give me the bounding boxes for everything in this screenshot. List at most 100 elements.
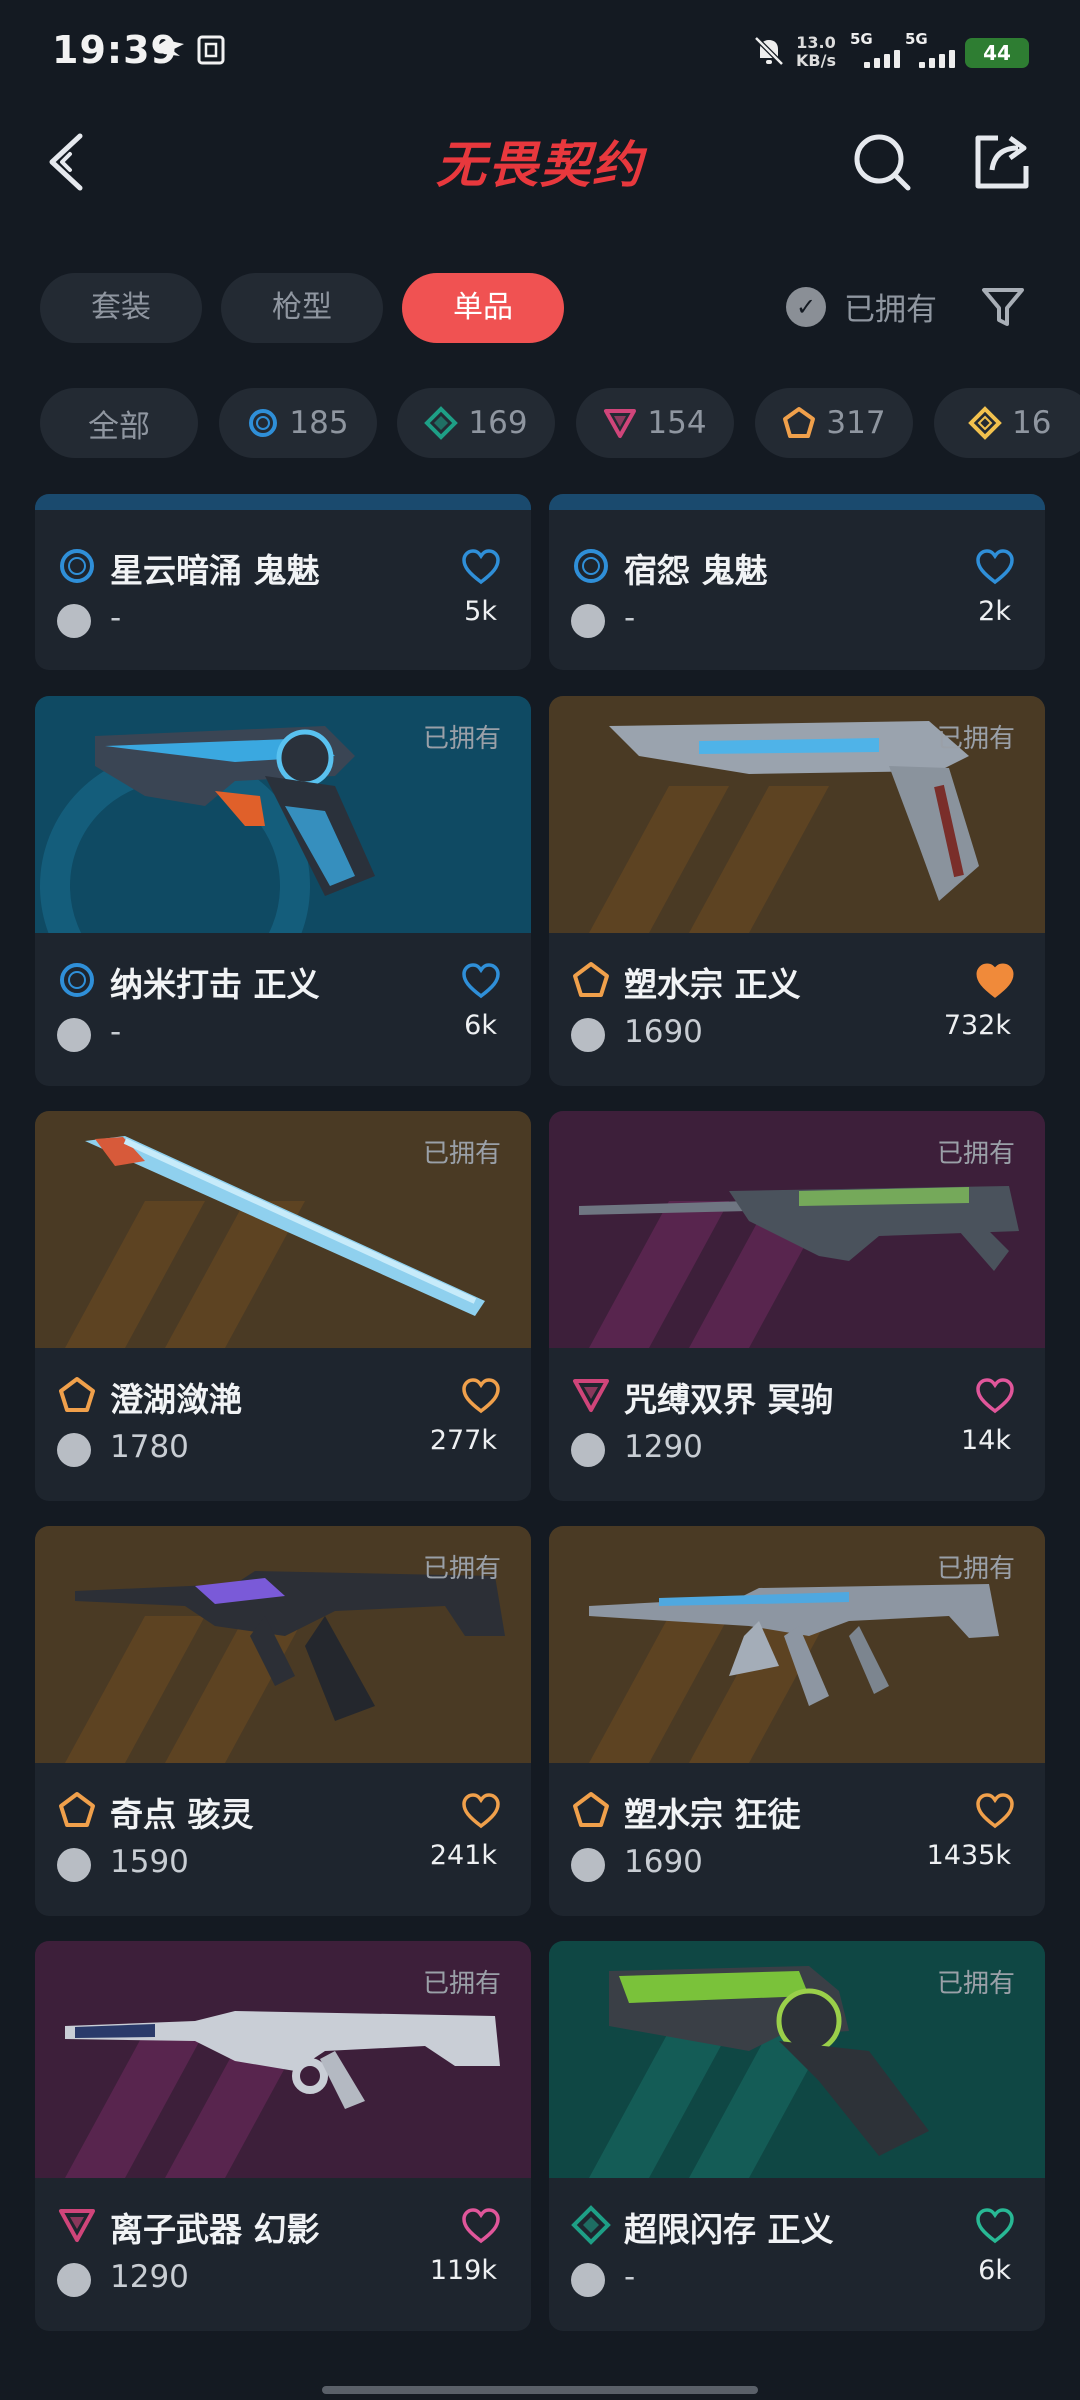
tab-bundle[interactable]: 套装 [40, 273, 202, 343]
chip-all-label: 全部 [88, 408, 150, 445]
network-speed: 13.0 KB/s [796, 34, 836, 70]
heart-icon[interactable] [975, 1792, 1015, 1830]
skin-card[interactable]: 已拥有 纳米打击 正义 - 6k [35, 696, 531, 1086]
owned-badge: 已拥有 [936, 1139, 1015, 1169]
skin-price: 1690 [624, 1844, 703, 1880]
chip-premium-tier[interactable]: 154 [576, 388, 734, 458]
exclusive-pentagon-icon [783, 407, 816, 438]
skin-card[interactable]: 星云暗涌 鬼魅 - 5k [35, 494, 531, 670]
currency-icon [57, 1018, 91, 1052]
heart-icon[interactable] [461, 1377, 501, 1415]
exclusive-pentagon-icon [573, 962, 609, 997]
share-icon[interactable] [970, 130, 1034, 194]
skin-name: 纳米打击 正义 [110, 965, 320, 1004]
signal-bars-icon [919, 50, 955, 68]
premium-triangle-icon [59, 2209, 95, 2242]
heart-icon[interactable] [975, 2207, 1015, 2245]
select-circle-icon [249, 409, 278, 437]
filter-icon[interactable] [978, 282, 1028, 332]
tab-single-item[interactable]: 单品 [402, 273, 564, 343]
chip-exclusive-tier[interactable]: 317 [755, 388, 913, 458]
ultra-diamond-icon [968, 406, 1002, 440]
chip-premium-count: 154 [647, 405, 707, 441]
owned-badge: 已拥有 [422, 1554, 501, 1584]
heart-icon[interactable] [975, 1377, 1015, 1415]
owned-badge: 已拥有 [936, 1969, 1015, 1999]
like-count: 119k [429, 2255, 497, 2286]
chip-ultra-tier[interactable]: 16 [934, 388, 1080, 458]
currency-icon [571, 1848, 605, 1882]
signal-bars-icon [864, 50, 900, 68]
skin-name: 离子武器 幻影 [110, 2210, 320, 2249]
chip-all[interactable]: 全部 [40, 388, 198, 458]
skin-price: 1290 [624, 1429, 703, 1465]
chip-deluxe-count: 169 [468, 405, 528, 441]
skin-card[interactable]: 已拥有 塑水宗 狂徒 1690 1435k [549, 1526, 1045, 1916]
network-speed-value: 13.0 [796, 33, 836, 52]
back-icon[interactable] [40, 126, 100, 198]
battery-indicator: 44 [965, 38, 1029, 68]
skin-card[interactable]: 已拥有 咒缚双界 冥驹 1290 14k [549, 1111, 1045, 1501]
like-count: 6k [464, 1010, 497, 1041]
like-count: 732k [943, 1010, 1011, 1041]
skin-card[interactable]: 已拥有 超限闪存 正义 - 6k [549, 1941, 1045, 2331]
sim1-network-type: 5G [850, 30, 873, 48]
currency-icon [57, 1848, 91, 1882]
owned-badge: 已拥有 [422, 1969, 501, 1999]
skin-card[interactable]: 宿怨 鬼魅 - 2k [549, 494, 1045, 670]
tab-weapon-type[interactable]: 枪型 [221, 273, 383, 343]
gesture-handle[interactable] [322, 2386, 758, 2394]
deluxe-diamond-icon [571, 2205, 611, 2245]
app-logo-title: 无畏契约 [436, 136, 644, 194]
skin-card[interactable]: 已拥有 奇点 骇灵 1590 241k [35, 1526, 531, 1916]
skin-price: 1290 [110, 2259, 189, 2295]
skin-price: - [624, 600, 636, 636]
heart-icon[interactable] [461, 548, 501, 586]
currency-icon [571, 1018, 605, 1052]
chip-deluxe-tier[interactable]: 169 [397, 388, 555, 458]
check-circle-icon[interactable]: ✓ [786, 286, 826, 327]
skin-name: 塑水宗 狂徒 [624, 1795, 801, 1834]
premium-triangle-icon [573, 1379, 609, 1412]
chip-ultra-count: 16 [1012, 405, 1052, 441]
currency-icon [57, 2263, 91, 2297]
heart-icon[interactable] [461, 1792, 501, 1830]
owned-badge: 已拥有 [422, 1139, 501, 1169]
heart-icon[interactable] [975, 548, 1015, 586]
like-count: 241k [429, 1840, 497, 1871]
select-circle-icon [60, 963, 94, 997]
heart-icon[interactable] [461, 2207, 501, 2245]
owned-filter-toggle[interactable]: ✓ 已拥有 [786, 284, 937, 329]
owned-filter-label: 已拥有 [844, 292, 937, 328]
speed-boost-icon [154, 40, 184, 56]
currency-icon [57, 1433, 91, 1467]
premium-triangle-icon [604, 409, 637, 438]
owned-badge: 已拥有 [936, 724, 1015, 754]
skin-card[interactable]: 已拥有 塑水宗 正义 1690 732k [549, 696, 1045, 1086]
exclusive-pentagon-icon [59, 1377, 95, 1412]
skin-name: 星云暗涌 鬼魅 [110, 551, 320, 590]
skin-name: 超限闪存 正义 [624, 2210, 834, 2249]
like-count: 5k [464, 596, 497, 627]
skin-name: 宿怨 鬼魅 [624, 551, 768, 590]
skin-card[interactable]: 已拥有 离子武器 幻影 1290 119k [35, 1941, 531, 2331]
skin-price: - [624, 2259, 636, 2295]
search-icon[interactable] [850, 130, 914, 194]
currency-icon [571, 1433, 605, 1467]
owned-badge: 已拥有 [422, 724, 501, 754]
skin-price: 1690 [624, 1014, 703, 1050]
like-count: 277k [429, 1425, 497, 1456]
exclusive-pentagon-icon [59, 1792, 95, 1827]
skin-price: 1590 [110, 1844, 189, 1880]
sim2-network-type: 5G [905, 30, 928, 48]
heart-filled-icon[interactable] [975, 962, 1015, 1000]
status-bar: 19:39 13.0 KB/s 5G 5G 44 [0, 0, 1080, 110]
deluxe-diamond-icon [424, 406, 459, 440]
like-count: 14k [961, 1425, 1011, 1456]
card-image-edge [549, 494, 1045, 510]
chip-select-tier[interactable]: 185 [219, 388, 377, 458]
skin-name: 咒缚双界 冥驹 [624, 1380, 834, 1419]
like-count: 6k [978, 2255, 1011, 2286]
skin-card[interactable]: 已拥有 澄湖潋滟 1780 277k [35, 1111, 531, 1501]
heart-icon[interactable] [461, 962, 501, 1000]
